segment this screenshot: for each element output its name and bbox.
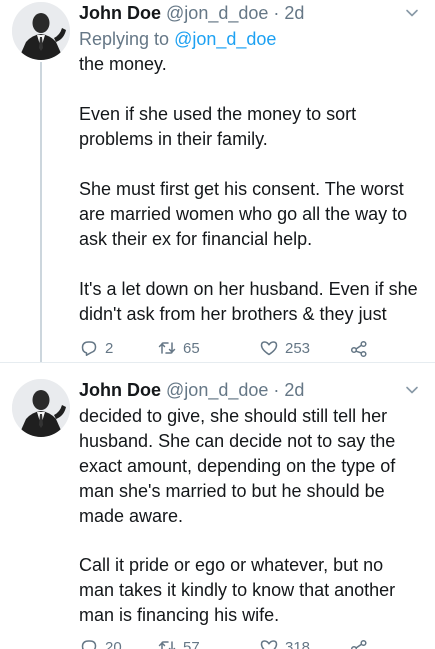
tweet-paragraph: the money. [79,54,167,74]
like-count: 253 [285,339,311,357]
chevron-down-icon [406,386,418,394]
separator-dot: · [273,3,280,23]
replying-to-line: Replying to @jon_d_doe [79,27,421,52]
tweet-paragraph: Even if she used the money to sort probl… [79,104,357,149]
share-button[interactable] [349,336,375,360]
reply-count: 2 [105,339,114,357]
share-button[interactable] [349,635,375,649]
retweet-icon [158,342,176,354]
replying-to-link[interactable]: @jon_d_doe [174,29,276,49]
tweet-paragraph: decided to give, she should still tell h… [79,406,396,526]
tweet-content: John Doe @jon_d_doe · 2d Replying to @jo… [79,0,421,327]
tweet-thread: John Doe @jon_d_doe · 2d Replying to @jo… [0,0,435,649]
author-name[interactable]: John Doe [79,3,161,23]
avatar-photo [12,2,70,60]
author-handle[interactable]: @jon_d_doe [166,3,268,23]
tweet-actions: 2 65 253 [79,336,421,360]
author-name[interactable]: John Doe [79,380,161,400]
like-count: 318 [285,638,311,649]
retweet-button[interactable]: 57 [157,635,200,649]
thread-connector-line [40,62,42,362]
reply-icon [81,341,97,356]
tweet-actions: 20 57 318 [79,635,421,649]
tweet[interactable]: John Doe @jon_d_doe · 2d decided to give… [0,362,435,649]
tweet-header: John Doe @jon_d_doe · 2d [79,377,421,404]
tweet-header: John Doe @jon_d_doe · 2d [79,0,421,27]
separator-dot: · [273,380,280,400]
retweet-count: 65 [183,339,200,357]
share-icon [350,639,367,649]
avatar[interactable] [12,379,70,437]
share-icon [350,340,367,358]
heart-icon [260,341,278,356]
avatar-photo [12,379,70,437]
reply-button[interactable]: 20 [79,635,122,649]
reply-count: 20 [105,638,122,649]
tweet[interactable]: John Doe @jon_d_doe · 2d Replying to @jo… [0,0,435,362]
tweet-menu-button[interactable] [403,381,421,399]
tweet-time[interactable]: 2d [284,380,304,400]
tweet-paragraph: Call it pride or ego or whatever, but no… [79,555,396,625]
chevron-down-icon [406,9,418,17]
tweet-time[interactable]: 2d [284,3,304,23]
retweet-button[interactable]: 65 [157,336,200,360]
tweet-menu-button[interactable] [403,4,421,22]
tweet-content: John Doe @jon_d_doe · 2d decided to give… [79,377,421,628]
reply-button[interactable]: 2 [79,336,113,360]
reply-icon [81,640,97,649]
tweet-text: the money. Even if she used the money to… [79,52,421,327]
replying-prefix: Replying to [79,29,170,49]
author-handle[interactable]: @jon_d_doe [166,380,268,400]
avatar[interactable] [12,2,70,60]
retweet-icon [158,641,176,649]
tweet-paragraph: She must first get his consent. The wors… [79,179,408,249]
retweet-count: 57 [183,638,200,649]
like-button[interactable]: 318 [259,635,310,649]
heart-icon [260,640,278,649]
tweet-paragraph: It's a let down on her husband. Even if … [79,279,418,324]
tweet-text: decided to give, she should still tell h… [79,404,421,628]
like-button[interactable]: 253 [259,336,310,360]
